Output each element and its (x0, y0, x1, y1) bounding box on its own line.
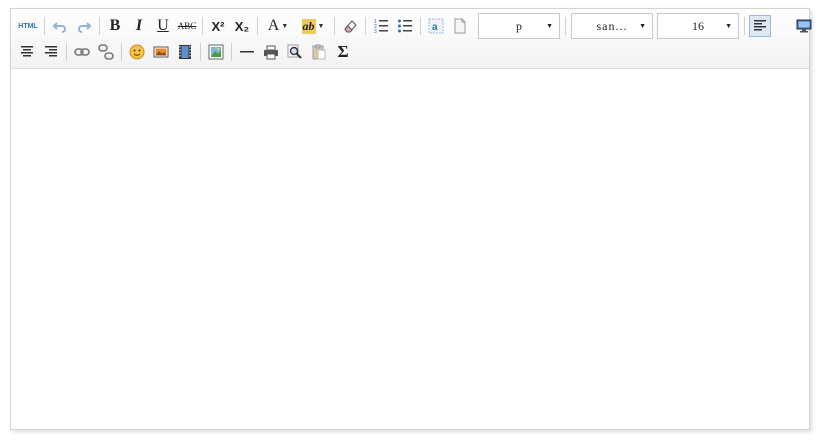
separator (44, 17, 45, 35)
paragraph-select[interactable]: p ▼ (478, 13, 560, 39)
strikethrough-button[interactable]: ABC (176, 15, 198, 37)
insert-image-button[interactable] (150, 41, 172, 63)
eraser-icon (344, 20, 357, 33)
video-icon (179, 45, 191, 59)
chevron-down-icon: ▼ (317, 22, 325, 30)
horizontal-rule-button[interactable] (236, 41, 258, 63)
insert-gallery-button[interactable] (205, 41, 227, 63)
chevron-down-icon: ▼ (546, 22, 553, 30)
superscript-icon: X² (211, 18, 225, 34)
insert-formula-button[interactable]: Σ (332, 41, 354, 63)
underline-button[interactable]: U (152, 15, 174, 37)
paste-plain-button[interactable] (308, 41, 330, 63)
underline-icon: U (157, 17, 169, 34)
image-icon (153, 46, 169, 58)
font-family-select[interactable]: san... ▼ (571, 13, 653, 39)
ordered-list-button[interactable]: 1 2 3 (370, 15, 392, 37)
highlight-color-button[interactable]: ab ▼ (296, 15, 330, 37)
redo-icon (78, 22, 92, 33)
source-code-button[interactable]: HTML (16, 15, 40, 37)
editor-toolbar: HTML B I U ABC X² X₂ A ▼ ab ▼ 1 2 3 a p … (11, 9, 812, 69)
link-icon (74, 48, 90, 56)
sigma-icon: Σ (337, 42, 349, 61)
paragraph-select-value: p (516, 18, 522, 33)
insert-video-button[interactable] (174, 41, 196, 63)
unordered-list-button[interactable] (394, 15, 416, 37)
toolbar-row-1: HTML B I U ABC X² X₂ A ▼ ab ▼ 1 2 3 a p … (15, 13, 816, 39)
font-color-icon: A (267, 17, 280, 34)
preview-button[interactable] (793, 15, 815, 37)
separator (200, 43, 201, 61)
justify-left-button[interactable] (749, 15, 771, 37)
align-center-icon (21, 46, 33, 57)
chevron-down-icon: ▼ (281, 22, 289, 30)
justify-center-button[interactable] (16, 41, 38, 63)
chevron-down-icon: ▼ (725, 22, 732, 30)
italic-icon: I (135, 17, 143, 34)
undo-button[interactable] (49, 15, 71, 37)
blank-page-icon (454, 18, 466, 34)
separator (565, 17, 566, 35)
anchor-button[interactable]: a (425, 15, 447, 37)
monitor-icon (796, 19, 812, 33)
undo-icon (52, 22, 66, 33)
emoticon-icon (129, 44, 145, 60)
separator (744, 17, 745, 35)
italic-button[interactable]: I (128, 15, 150, 37)
emotion-button[interactable] (126, 41, 148, 63)
separator (334, 17, 335, 35)
remove-format-button[interactable] (339, 15, 361, 37)
svg-text:3: 3 (374, 29, 377, 34)
unlink-button[interactable] (95, 41, 117, 63)
bold-button[interactable]: B (104, 15, 126, 37)
source-code-icon: HTML (18, 22, 38, 30)
font-size-select[interactable]: 16 ▼ (657, 13, 739, 39)
align-left-icon (754, 20, 766, 31)
separator (257, 17, 258, 35)
separator (121, 43, 122, 61)
bold-icon: B (109, 17, 121, 34)
highlight-icon: ab (301, 18, 316, 34)
print-button[interactable] (260, 41, 282, 63)
subscript-button[interactable]: X₂ (231, 15, 253, 37)
page-break-button[interactable] (449, 15, 471, 37)
search-replace-button[interactable] (284, 41, 306, 63)
rich-text-editor: HTML B I U ABC X² X₂ A ▼ ab ▼ 1 2 3 a p … (10, 8, 812, 430)
toolbar-row-2: Σ (15, 39, 355, 65)
svg-text:a: a (432, 22, 438, 33)
ordered-list-icon: 1 2 3 (374, 19, 388, 34)
strikethrough-icon: ABC (177, 21, 197, 31)
separator (202, 17, 203, 35)
horizontal-rule-icon (240, 51, 254, 53)
font-color-button[interactable]: A ▼ (262, 15, 294, 37)
redo-button[interactable] (73, 15, 95, 37)
subscript-icon: X₂ (234, 18, 250, 34)
separator (66, 43, 67, 61)
unlink-icon (98, 44, 114, 60)
font-family-select-value: san... (596, 18, 628, 33)
separator (99, 17, 100, 35)
link-button[interactable] (71, 41, 93, 63)
unordered-list-icon (398, 19, 412, 33)
gallery-icon (208, 44, 224, 60)
search-icon (287, 44, 302, 59)
superscript-button[interactable]: X² (207, 15, 229, 37)
print-icon (264, 45, 278, 60)
anchor-icon: a (428, 18, 444, 34)
separator (420, 17, 421, 35)
justify-right-button[interactable] (40, 41, 62, 63)
font-size-select-value: 16 (692, 18, 704, 33)
chevron-down-icon: ▼ (639, 22, 646, 30)
align-right-icon (45, 46, 57, 57)
paste-icon (312, 44, 326, 60)
editor-content-area[interactable] (11, 69, 809, 429)
separator (365, 17, 366, 35)
separator (231, 43, 232, 61)
